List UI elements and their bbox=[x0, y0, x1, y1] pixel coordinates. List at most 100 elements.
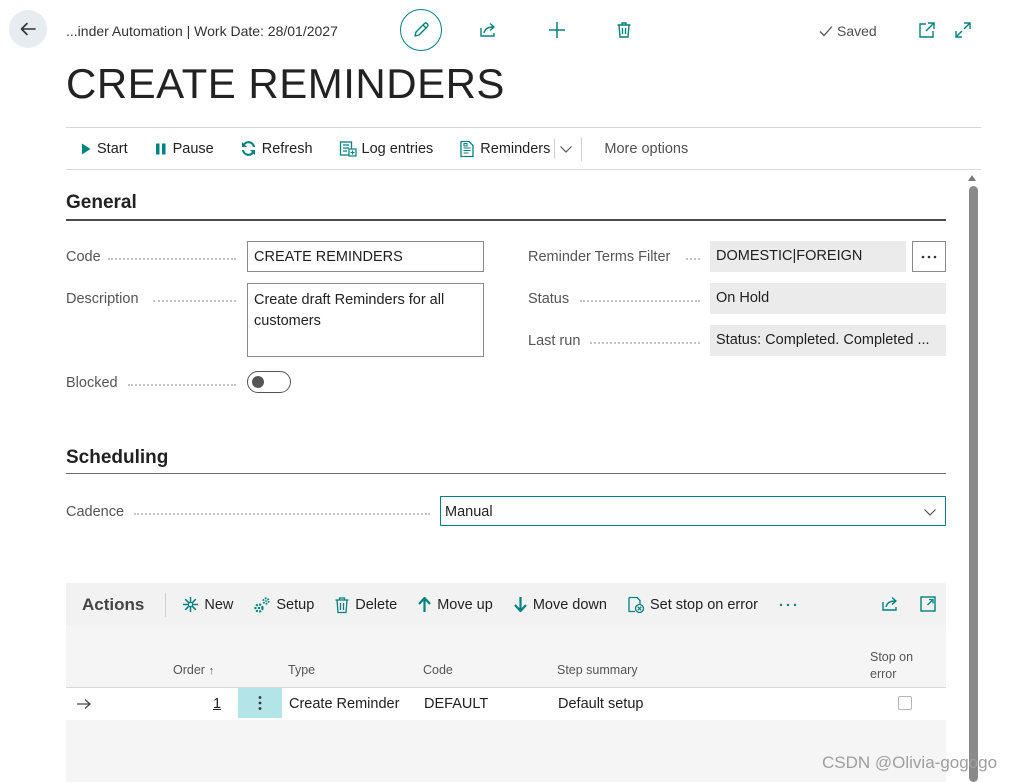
chevron-down-icon bbox=[560, 145, 573, 153]
expand-button[interactable] bbox=[953, 20, 973, 40]
arrow-down-icon bbox=[514, 597, 527, 613]
refresh-button[interactable]: Refresh bbox=[240, 140, 313, 157]
delete-action-button[interactable]: Delete bbox=[334, 596, 397, 614]
row-menu-button[interactable] bbox=[238, 688, 282, 718]
breadcrumb: ...inder Automation | Work Date: 28/01/2… bbox=[66, 23, 338, 39]
blocked-toggle[interactable] bbox=[247, 371, 291, 393]
leader-dots bbox=[153, 300, 236, 302]
more-options-button[interactable]: More options bbox=[604, 141, 688, 157]
open-new-window-icon bbox=[919, 22, 935, 38]
trash-icon bbox=[335, 596, 349, 613]
vertical-ellipsis-icon bbox=[258, 696, 262, 710]
share-icon bbox=[882, 596, 897, 611]
column-header-code[interactable]: Code bbox=[423, 663, 453, 677]
order-header-label: Order bbox=[173, 663, 205, 677]
code-label: Code bbox=[66, 249, 101, 265]
reminders-dropdown-button[interactable] bbox=[559, 142, 573, 156]
scheduling-section-title[interactable]: Scheduling bbox=[66, 447, 168, 469]
leader-dots bbox=[134, 513, 430, 515]
stop-on-error-header-line1: Stop on bbox=[870, 650, 914, 664]
code-field[interactable]: CREATE REMINDERS bbox=[247, 241, 484, 272]
terms-filter-lookup-button[interactable] bbox=[912, 241, 946, 272]
log-entries-label: Log entries bbox=[361, 140, 434, 157]
more-icon bbox=[779, 603, 797, 606]
split-divider bbox=[554, 138, 556, 159]
arrow-right-icon bbox=[77, 699, 91, 709]
share-button[interactable] bbox=[478, 20, 498, 40]
column-header-order[interactable]: Order ↑ bbox=[173, 663, 214, 677]
open-in-window-icon bbox=[920, 596, 936, 612]
toggle-knob bbox=[252, 375, 264, 388]
delete-label: Delete bbox=[355, 596, 398, 613]
saved-label: Saved bbox=[837, 23, 877, 39]
move-down-label: Move down bbox=[532, 596, 607, 613]
watermark: CSDN @Olivia-gogogo bbox=[822, 753, 998, 772]
last-run-link[interactable]: Status: Completed. Completed ... bbox=[710, 325, 946, 356]
move-down-button[interactable]: Move down bbox=[513, 596, 607, 613]
leader-dots bbox=[128, 384, 236, 386]
trash-icon bbox=[617, 22, 631, 38]
reminders-button[interactable]: Reminders bbox=[459, 140, 550, 158]
refresh-icon bbox=[241, 141, 255, 156]
start-label: Start bbox=[97, 140, 128, 157]
toolbar-divider bbox=[165, 592, 167, 617]
cadence-label: Cadence bbox=[66, 504, 125, 520]
last-run-label: Last run bbox=[528, 333, 581, 349]
type-cell[interactable]: Create Reminder bbox=[289, 696, 399, 712]
section-divider bbox=[66, 219, 946, 221]
scrollbar-thumb[interactable] bbox=[969, 186, 978, 782]
more-icon bbox=[921, 255, 937, 258]
set-stop-on-error-label: Set stop on error bbox=[649, 596, 758, 613]
delete-record-button[interactable] bbox=[614, 20, 634, 40]
setup-button[interactable]: Setup bbox=[253, 596, 314, 614]
actions-grid: Order ↑ Type Code Step summary Stop on e… bbox=[66, 626, 946, 782]
more-actions-button[interactable] bbox=[778, 603, 798, 607]
document-icon bbox=[460, 140, 474, 157]
pencil-icon bbox=[414, 22, 429, 37]
section-divider bbox=[66, 473, 946, 474]
pause-icon bbox=[155, 143, 166, 154]
action-bar: Start Pause Refresh Log entries Reminder… bbox=[66, 127, 981, 170]
status-field: On Hold bbox=[710, 283, 946, 314]
order-cell[interactable]: 1 bbox=[213, 696, 221, 712]
new-record-button[interactable] bbox=[547, 20, 567, 40]
move-up-button[interactable]: Move up bbox=[417, 596, 493, 613]
back-button[interactable] bbox=[9, 10, 47, 48]
terms-filter-field[interactable]: DOMESTIC|FOREIGN bbox=[710, 241, 906, 272]
description-field[interactable]: Create draft Reminders for all customers bbox=[247, 283, 484, 357]
column-header-type[interactable]: Type bbox=[288, 663, 315, 677]
start-button[interactable]: Start bbox=[80, 141, 128, 157]
log-entries-button[interactable]: Log entries bbox=[339, 140, 434, 158]
stop-on-error-checkbox[interactable] bbox=[898, 696, 912, 710]
open-new-window-button[interactable] bbox=[917, 20, 937, 40]
leader-dots bbox=[580, 300, 700, 302]
scroll-up-arrow[interactable] bbox=[968, 175, 976, 181]
set-stop-on-error-button[interactable]: Set stop on error bbox=[627, 596, 758, 614]
share-subpage-button[interactable] bbox=[880, 594, 900, 614]
leader-dots bbox=[108, 258, 236, 260]
actions-title[interactable]: Actions bbox=[82, 595, 144, 615]
step-summary-cell[interactable]: Default setup bbox=[558, 696, 643, 712]
expand-icon bbox=[955, 22, 971, 38]
reminders-label: Reminders bbox=[480, 140, 551, 157]
cadence-value: Manual bbox=[445, 504, 493, 520]
code-cell[interactable]: DEFAULT bbox=[424, 696, 488, 712]
open-subpage-button[interactable] bbox=[918, 594, 938, 614]
play-icon bbox=[82, 143, 91, 154]
terms-filter-label: Reminder Terms Filter bbox=[528, 249, 671, 265]
table-row[interactable]: 1 Create Reminder DEFAULT Default setup bbox=[66, 688, 946, 720]
column-header-step-summary[interactable]: Step summary bbox=[557, 663, 638, 677]
new-label: New bbox=[204, 596, 234, 613]
general-section-title[interactable]: General bbox=[66, 192, 137, 214]
column-header-stop-on-error[interactable]: Stop on error bbox=[870, 649, 913, 683]
stop-on-error-header-line2: error bbox=[870, 667, 897, 681]
new-action-button[interactable]: New bbox=[182, 596, 233, 613]
edit-button[interactable] bbox=[400, 9, 442, 51]
chevron-down-icon bbox=[924, 509, 936, 516]
page-title: CREATE REMINDERS bbox=[66, 60, 505, 107]
pause-button[interactable]: Pause bbox=[154, 141, 214, 157]
actions-toolbar: Actions New Setup Delete Move up Move do… bbox=[66, 583, 946, 626]
arrow-up-icon bbox=[418, 596, 431, 612]
check-icon bbox=[819, 26, 833, 37]
cadence-select[interactable]: Manual bbox=[440, 496, 946, 526]
